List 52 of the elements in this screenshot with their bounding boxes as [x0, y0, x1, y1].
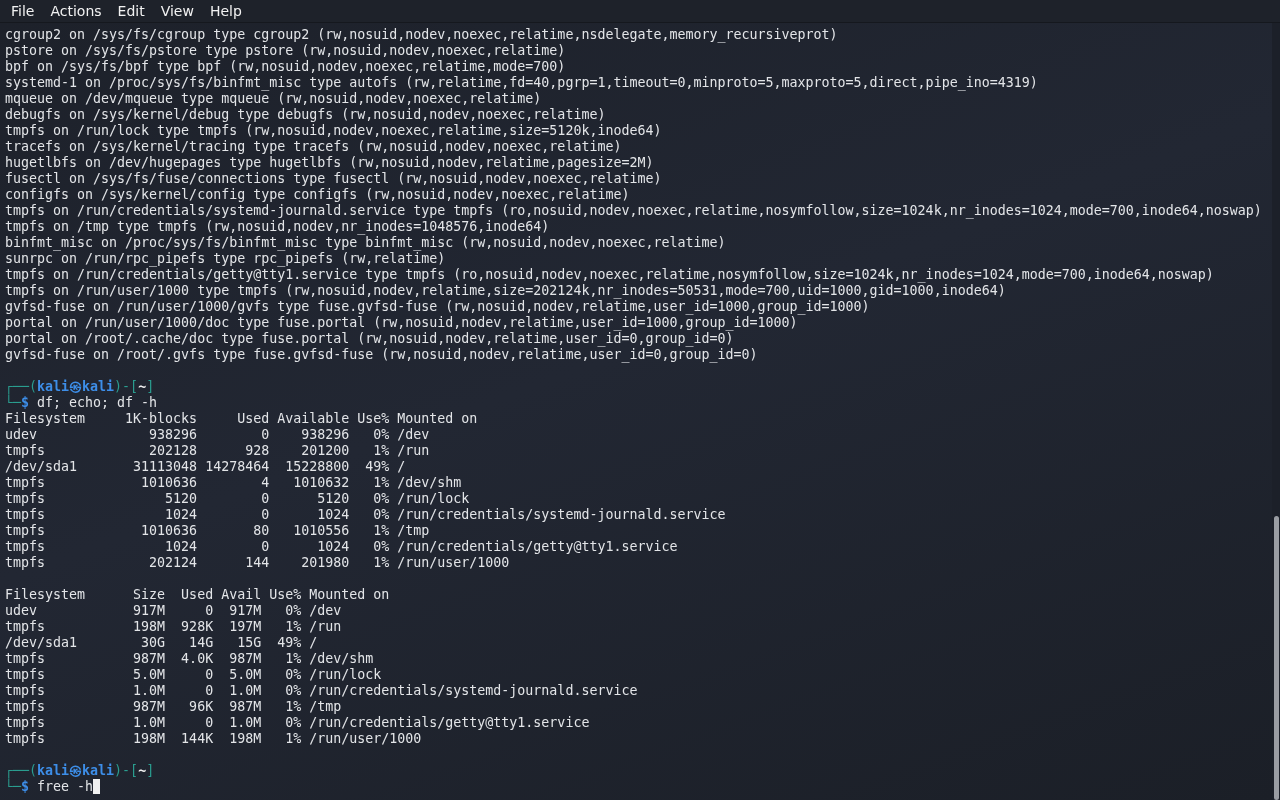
prompt-line: ┌──(kali㉿kali)-[~]: [5, 763, 156, 779]
output-line: pstore on /sys/fs/pstore type pstore (rw,nosuid,nodev,noexec,relatime): [5, 43, 567, 59]
output-line: gvfsd-fuse on /root/.gvfs type fuse.gvfsd-fuse (rw,nosuid,nodev,relatime,user_id=0,group_id=0): [5, 347, 759, 363]
output-line: tmpfs 202128 928 201200 1% /run: [5, 443, 431, 459]
output-line: tmpfs 1010636 4 1010632 1% /dev/shm: [5, 475, 463, 491]
output-line: /dev/sda1 30G 14G 15G 49% /: [5, 635, 319, 651]
output-line: gvfsd-fuse on /run/user/1000/gvfs type fuse.gvfsd-fuse (rw,nosuid,nodev,relatime,user_id=1000,group_id=1000): [5, 299, 871, 315]
output-line: tmpfs on /run/credentials/getty@tty1.service type tmpfs (ro,nosuid,nodev,noexec,relatime,nosymfollow,size=1024k,nr_inodes=1024,mode=700,inode64,noswap): [5, 267, 1215, 283]
output-line: tmpfs 987M 96K 987M 1% /tmp: [5, 699, 343, 715]
output-line: udev 938296 0 938296 0% /dev: [5, 427, 431, 443]
output-line: Filesystem Size Used Avail Use% Mounted on: [5, 587, 391, 603]
output-line: systemd-1 on /proc/sys/fs/binfmt_misc type autofs (rw,relatime,fd=40,pgrp=1,timeout=0,minproto=5,maxproto=5,direct,pipe_ino=4319): [5, 75, 1039, 91]
output-line: tmpfs 5120 0 5120 0% /run/lock: [5, 491, 471, 507]
output-line: portal on /run/user/1000/doc type fuse.portal (rw,nosuid,nodev,relatime,user_id=1000,group_id=1000): [5, 315, 799, 331]
output-line: tmpfs 202124 144 201980 1% /run/user/1000: [5, 555, 511, 571]
menu-item[interactable]: File: [3, 2, 43, 20]
output-line: tmpfs 987M 4.0K 987M 1% /dev/shm: [5, 651, 375, 667]
output-line: tracefs on /sys/kernel/tracing type tracefs (rw,nosuid,nodev,noexec,relatime): [5, 139, 623, 155]
menu-item[interactable]: View: [152, 2, 202, 20]
output-line: tmpfs 1024 0 1024 0% /run/credentials/systemd-journald.service: [5, 507, 727, 523]
output-line: tmpfs 198M 144K 198M 1% /run/user/1000: [5, 731, 423, 747]
scrollbar-thumb[interactable]: [1274, 516, 1279, 800]
command-line: └─$ free -h: [5, 779, 94, 794]
command-line: └─$ df; echo; df -h: [5, 395, 158, 410]
output-line: mqueue on /dev/mqueue type mqueue (rw,nosuid,nodev,noexec,relatime): [5, 91, 543, 107]
output-line: tmpfs on /run/credentials/systemd-journald.service type tmpfs (ro,nosuid,nodev,noexec,relatime,nosymfollow,size=1024k,nr_inodes=1024,mode=700,inode64,noswap): [5, 203, 1263, 219]
output-line: debugfs on /sys/kernel/debug type debugfs (rw,nosuid,nodev,noexec,relatime): [5, 107, 607, 123]
output-line: /dev/sda1 31113048 14278464 15228800 49% /: [5, 459, 407, 475]
output-line: configfs on /sys/kernel/config type configfs (rw,nosuid,nodev,noexec,relatime): [5, 187, 631, 203]
output-line: udev 917M 0 917M 0% /dev: [5, 603, 343, 619]
output-line: tmpfs 1024 0 1024 0% /run/credentials/getty@tty1.service: [5, 539, 679, 555]
text-cursor: [93, 779, 101, 794]
output-line: binfmt_misc on /proc/sys/fs/binfmt_misc type binfmt_misc (rw,nosuid,nodev,noexec,relatime): [5, 235, 727, 251]
output-line: tmpfs 198M 928K 197M 1% /run: [5, 619, 343, 635]
output-line: tmpfs 1.0M 0 1.0M 0% /run/credentials/systemd-journald.service: [5, 683, 639, 699]
output-line: Filesystem 1K-blocks Used Available Use% Mounted on: [5, 411, 479, 427]
output-line: sunrpc on /run/rpc_pipefs type rpc_pipefs (rw,relatime): [5, 251, 447, 267]
menu-item[interactable]: Edit: [109, 2, 153, 20]
output-line: tmpfs on /tmp type tmpfs (rw,nosuid,nodev,nr_inodes=1048576,inode64): [5, 219, 551, 235]
output-line: tmpfs on /run/lock type tmpfs (rw,nosuid,nodev,noexec,relatime,size=5120k,inode64): [5, 123, 663, 139]
output-line: tmpfs 1.0M 0 1.0M 0% /run/credentials/getty@tty1.service: [5, 715, 591, 731]
output-line: tmpfs 1010636 80 1010556 1% /tmp: [5, 523, 431, 539]
menu-item[interactable]: Help: [201, 2, 250, 20]
output-line: bpf on /sys/fs/bpf type bpf (rw,nosuid,nodev,noexec,relatime,mode=700): [5, 59, 567, 75]
output-line: cgroup2 on /sys/fs/cgroup type cgroup2 (rw,nosuid,nodev,noexec,relatime,nsdelegate,memory_recursiveprot): [5, 27, 839, 43]
output-line: hugetlbfs on /dev/hugepages type hugetlbfs (rw,nosuid,nodev,relatime,pagesize=2M): [5, 155, 655, 171]
menu-item[interactable]: Actions: [42, 2, 110, 20]
prompt-line: ┌──(kali㉿kali)-[~]: [5, 379, 156, 395]
output-line: tmpfs on /run/user/1000 type tmpfs (rw,nosuid,nodev,relatime,size=202124k,nr_inodes=50531,mode=700,uid=1000,gid=1000,inode64): [5, 283, 1007, 299]
output-line: portal on /root/.cache/doc type fuse.portal (rw,nosuid,nodev,relatime,user_id=0,group_id=0): [5, 331, 735, 347]
output-line: fusectl on /sys/fs/fuse/connections type fusectl (rw,nosuid,nodev,noexec,relatime): [5, 171, 663, 187]
output-line: tmpfs 5.0M 0 5.0M 0% /run/lock: [5, 667, 383, 683]
